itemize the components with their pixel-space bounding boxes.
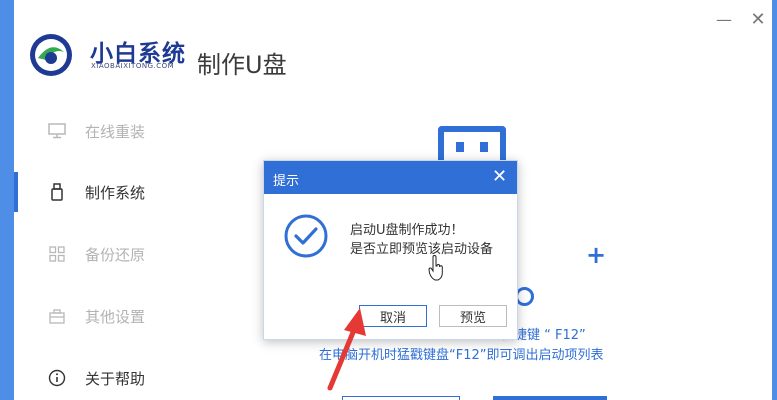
success-dialog: 提示 ✕ 启动U盘制作成功！ 是否立即预览该启动设备 取消 预览 [263,160,518,340]
info-icon [48,369,66,387]
check-circle-icon [284,214,328,258]
grid-icon [48,245,66,263]
preview-button[interactable]: 预览 [439,305,507,327]
bottom-button-filled[interactable] [493,396,607,400]
sidebar: 在线重装 制作系统 备份还原 其他设置 关于帮助 [14,108,174,400]
sidebar-item-label: 关于帮助 [85,369,146,388]
sidebar-item-other-settings[interactable]: 其他设置 [14,296,174,336]
bottom-button-outline[interactable] [342,396,460,400]
sidebar-item-label: 在线重装 [85,122,146,141]
window-left-border [0,0,14,400]
brand-logo-icon [30,34,72,76]
app-header: 小白系统 XIAOBAIXITONG.COM 制作U盘 — ✕ [14,0,772,108]
sidebar-item-online-reinstall[interactable]: 在线重装 [14,111,174,151]
dialog-title: 提示 [273,174,300,189]
sidebar-item-backup-restore[interactable]: 备份还原 [14,234,174,274]
sidebar-item-about-help[interactable]: 关于帮助 [14,358,174,398]
dialog-message-question: 是否立即预览该启动设备 [350,242,494,257]
app-window: 小白系统 XIAOBAIXITONG.COM 制作U盘 — ✕ 在线重装 制作系… [0,0,777,400]
sidebar-item-make-system[interactable]: 制作系统 [14,172,174,212]
brand-website: XIAOBAIXITONG.COM [91,62,175,70]
red-arrow-icon [327,308,366,391]
sidebar-item-label: 制作系统 [85,183,146,202]
sidebar-item-label: 其他设置 [85,307,146,326]
minimize-button[interactable]: — [714,10,734,30]
page-title: 制作U盘 [197,51,287,79]
sidebar-item-label: 备份还原 [85,245,146,264]
dialog-header: 提示 ✕ [264,161,517,194]
plus-icon: + [586,241,607,269]
close-window-button[interactable]: ✕ [748,10,768,30]
window-right-border [772,0,777,400]
monitor-icon [48,122,66,140]
usb-drive-icon [48,183,66,201]
dialog-close-icon[interactable]: ✕ [492,166,507,188]
dialog-message-success: 启动U盘制作成功！ [350,223,464,238]
hand-cursor-icon [428,255,443,281]
briefcase-icon [48,307,66,325]
